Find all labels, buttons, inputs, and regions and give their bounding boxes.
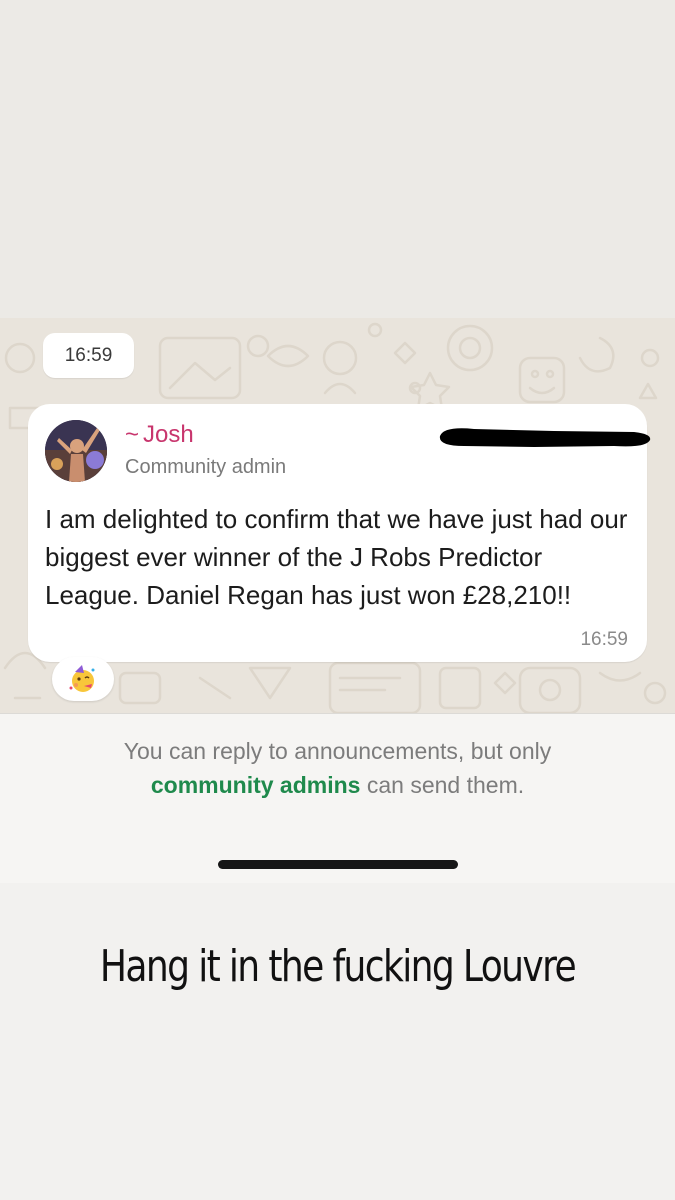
- avatar-photo: [45, 420, 107, 482]
- announcement-info-panel: You can reply to announcements, but only…: [0, 713, 675, 883]
- message-bubble[interactable]: ~ Josh Community admin I am delighted to …: [28, 404, 651, 662]
- home-indicator[interactable]: [218, 860, 458, 869]
- reaction-badge[interactable]: 🥳: [52, 657, 114, 701]
- meme-caption: Hang it in the fucking Louvre: [99, 941, 577, 992]
- sender-name[interactable]: ~ Josh: [125, 421, 194, 449]
- sender-avatar[interactable]: [45, 420, 107, 482]
- sender-role: Community admin: [125, 456, 287, 478]
- sender-name-text: Josh: [143, 421, 194, 448]
- sender-prefix: ~: [125, 421, 140, 448]
- info-line-2: community admins can send them.: [0, 772, 675, 799]
- community-admins-link[interactable]: community admins: [151, 772, 361, 798]
- caption-area: Hang it in the fucking Louvre: [0, 883, 675, 1200]
- date-time-pill: 16:59: [43, 333, 134, 378]
- redaction-scribble: [439, 428, 651, 447]
- message-time: 16:59: [580, 629, 628, 650]
- info-line-1: You can reply to announcements, but only: [123, 738, 552, 764]
- info-line-2-suffix: can send them.: [360, 772, 525, 798]
- partying-face-icon: [69, 665, 95, 692]
- top-blank-area: [0, 0, 675, 318]
- message-text: I am delighted to confirm that we have j…: [45, 504, 628, 610]
